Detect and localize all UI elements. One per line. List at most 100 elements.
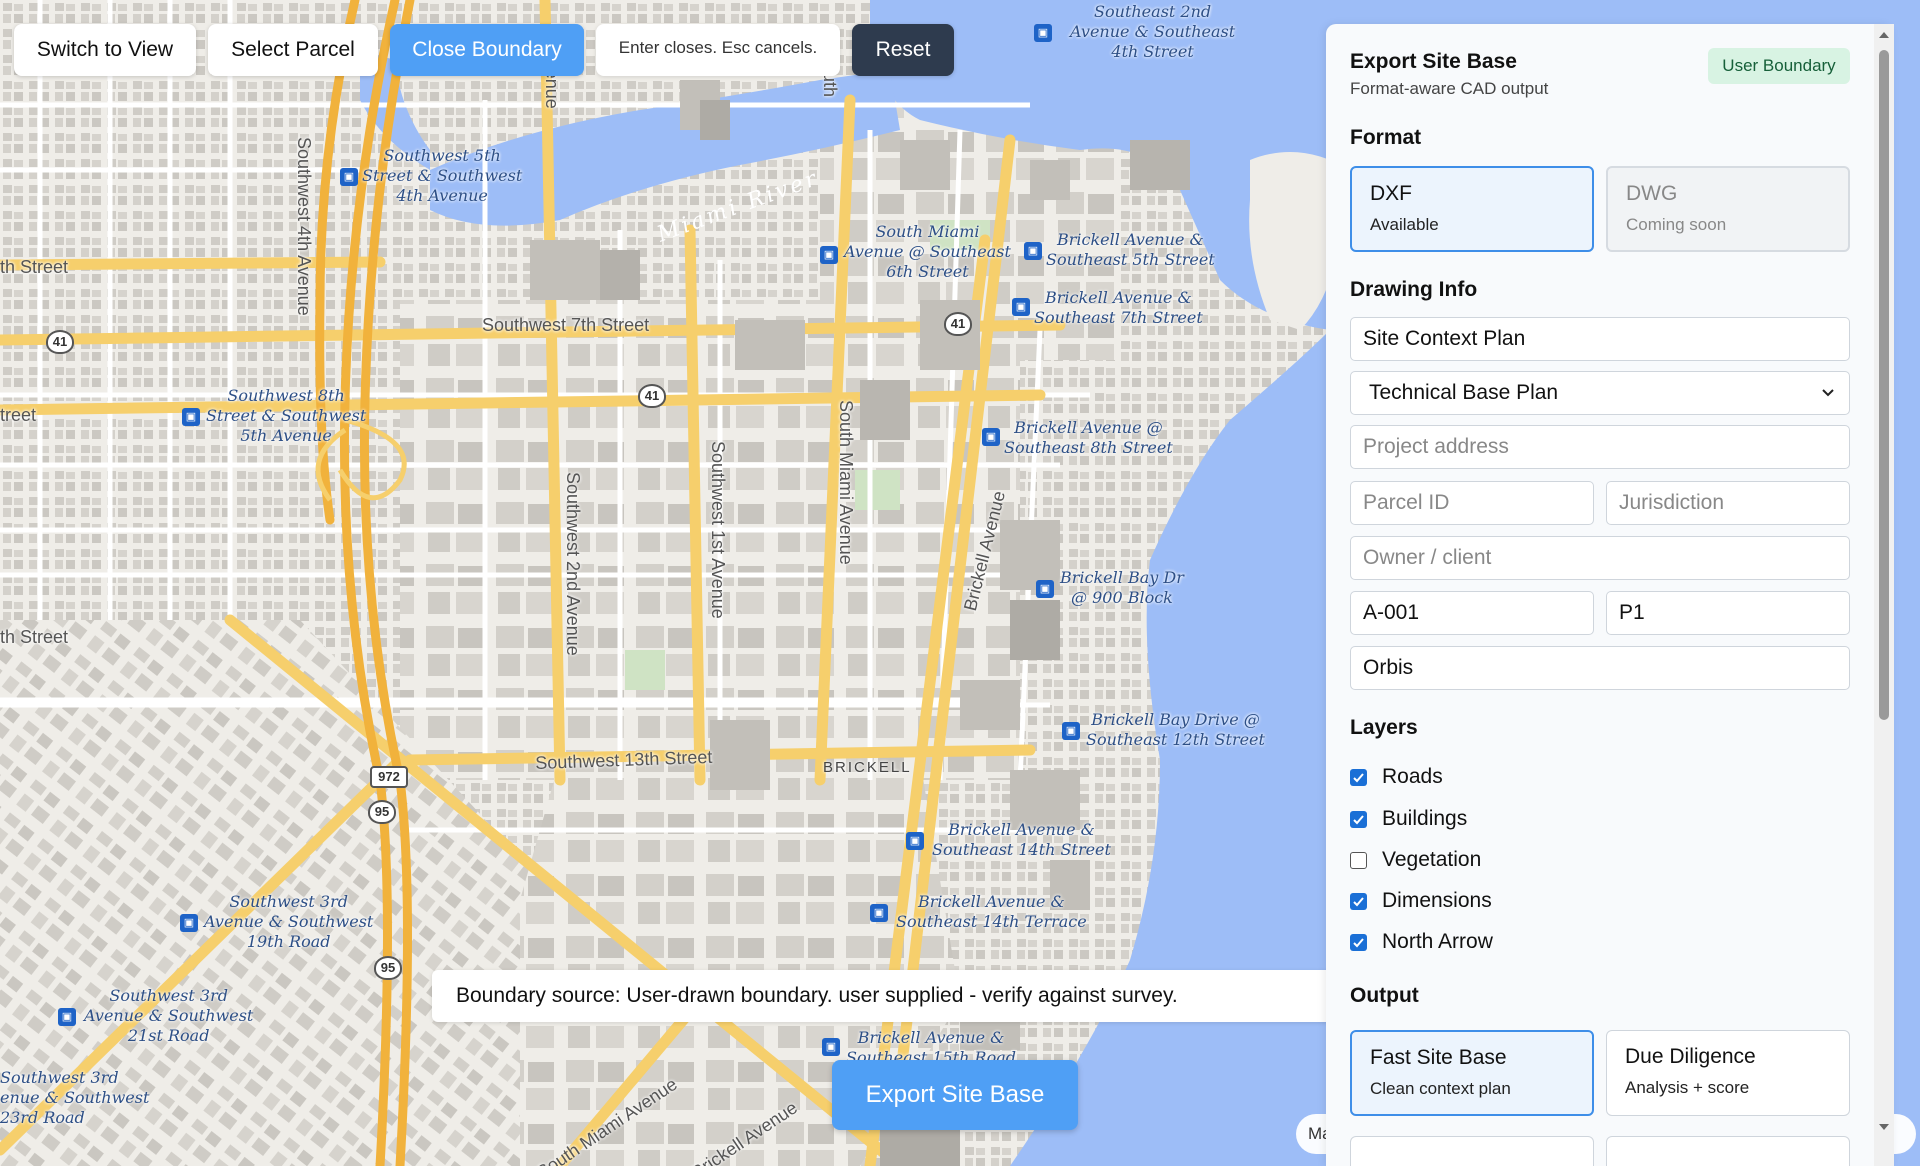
- status-badge: User Boundary: [1708, 48, 1850, 84]
- bus-stop-icon[interactable]: ▣: [982, 428, 1000, 446]
- close-boundary-button[interactable]: Close Boundary: [390, 24, 584, 76]
- layer-label: Dimensions: [1382, 889, 1492, 912]
- street-label-edge-a: th Street: [0, 257, 69, 277]
- stop-label: Southeast 2nd Avenue & Southeast 4th Str…: [1070, 2, 1236, 61]
- bus-stop-icon[interactable]: ▣: [1034, 24, 1052, 42]
- stop-label: Southwest 5th Street & Southwest 4th Ave…: [362, 146, 523, 205]
- layer-roads-checkbox[interactable]: Roads: [1350, 762, 1443, 792]
- reset-button[interactable]: Reset: [852, 24, 954, 76]
- layer-buildings-checkbox[interactable]: Buildings: [1350, 804, 1467, 834]
- parcel-id-field[interactable]: Parcel ID: [1350, 481, 1594, 525]
- layer-label: Buildings: [1382, 807, 1468, 830]
- output-option-due-diligence[interactable]: Due Diligence Analysis + score: [1606, 1030, 1850, 1116]
- street-label-edge-b: treet: [0, 405, 37, 425]
- route-shield-icon: 972: [370, 766, 408, 788]
- panel-scrollbar-thumb[interactable]: [1879, 50, 1889, 720]
- stop-label: Brickell Bay Dr @ 900 Block: [1060, 568, 1184, 607]
- neighborhood-label: BRICKELL: [823, 759, 912, 776]
- sheet-number-field[interactable]: A-001: [1350, 591, 1594, 635]
- revision-field[interactable]: P1: [1606, 591, 1850, 635]
- boundary-source-status: Boundary source: User-drawn boundary. us…: [432, 970, 1332, 1022]
- additional-option-card[interactable]: [1606, 1136, 1850, 1166]
- bus-stop-icon[interactable]: ▣: [1024, 242, 1042, 260]
- street-label-sw4ave: Southwest 4th Avenue: [294, 137, 314, 316]
- export-site-base-button[interactable]: Export Site Base: [832, 1060, 1078, 1130]
- export-panel: Export Site Base Format-aware CAD output…: [1326, 24, 1894, 1166]
- stop-label: Brickell Avenue & Southeast 14th Terrace: [896, 892, 1087, 931]
- bus-stop-icon[interactable]: ▣: [870, 904, 888, 922]
- plan-type-value: Technical Base Plan: [1369, 381, 1559, 404]
- bus-stop-icon[interactable]: ▣: [906, 832, 924, 850]
- street-label-edge-c: th Street: [0, 627, 69, 647]
- street-label-sw2ave: Southwest 2nd Avenue: [563, 472, 583, 656]
- scroll-down-icon[interactable]: [1877, 1120, 1891, 1134]
- bus-stop-icon[interactable]: ▣: [180, 914, 198, 932]
- format-status: Available: [1370, 215, 1439, 234]
- panel-title: Export Site Base: [1350, 50, 1517, 73]
- checkbox-unchecked-icon: [1350, 851, 1367, 869]
- output-option-fast-site-base[interactable]: Fast Site Base Clean context plan: [1350, 1030, 1594, 1116]
- switch-to-view-button[interactable]: Switch to View: [14, 24, 196, 76]
- stop-label: South Miami Avenue @ Southeast 6th Stree…: [844, 222, 1011, 281]
- output-desc: Analysis + score: [1625, 1078, 1750, 1097]
- bus-stop-icon[interactable]: ▣: [1036, 580, 1054, 598]
- scroll-up-icon[interactable]: [1877, 28, 1891, 42]
- format-option-dwg: DWG Coming soon: [1606, 166, 1850, 252]
- checkbox-checked-icon: [1350, 892, 1367, 910]
- layers-heading: Layers: [1350, 716, 1418, 739]
- checkbox-checked-icon: [1350, 810, 1367, 828]
- jurisdiction-field[interactable]: Jurisdiction: [1606, 481, 1850, 525]
- route-shield-icon: 41: [638, 384, 666, 408]
- bus-stop-icon[interactable]: ▣: [340, 168, 358, 186]
- stop-label: Brickell Avenue & Southeast 14th Street: [932, 820, 1111, 859]
- stop-label: Southwest 3rd enue & Southwest 23rd Road: [0, 1068, 150, 1127]
- drawing-title-field[interactable]: Site Context Plan: [1350, 317, 1850, 361]
- route-shield-icon: 41: [46, 330, 74, 354]
- street-label-sw7: Southwest 7th Street: [482, 315, 650, 335]
- checkbox-checked-icon: [1350, 933, 1367, 951]
- format-name: DWG: [1626, 182, 1678, 205]
- output-heading: Output: [1350, 984, 1419, 1007]
- checkbox-checked-icon: [1350, 768, 1367, 786]
- author-field[interactable]: Orbis: [1350, 646, 1850, 690]
- format-status: Coming soon: [1626, 215, 1727, 234]
- layer-label: Roads: [1382, 765, 1443, 788]
- keyboard-hint: Enter closes. Esc cancels.: [596, 24, 840, 76]
- output-name: Due Diligence: [1625, 1045, 1756, 1068]
- additional-option-card[interactable]: [1350, 1136, 1594, 1166]
- street-label-smiami: South Miami Avenue: [836, 400, 856, 565]
- bus-stop-icon[interactable]: ▣: [1062, 722, 1080, 740]
- layer-label: North Arrow: [1382, 930, 1493, 953]
- output-desc: Clean context plan: [1370, 1079, 1511, 1098]
- street-label-sw1ave: Southwest 1st Avenue: [708, 441, 728, 619]
- route-shield-icon: 41: [944, 312, 972, 336]
- stop-label: Brickell Bay Drive @ Southeast 12th Stre…: [1086, 710, 1265, 749]
- stop-label: Brickell Avenue & Southeast 5th Street: [1046, 230, 1215, 269]
- bus-stop-icon[interactable]: ▣: [58, 1008, 76, 1026]
- project-address-field[interactable]: Project address: [1350, 425, 1850, 469]
- interstate-shield-icon: 95: [368, 800, 396, 824]
- stop-label: Brickell Avenue @ Southeast 8th Street: [1004, 418, 1173, 457]
- select-parcel-button[interactable]: Select Parcel: [208, 24, 378, 76]
- layer-vegetation-checkbox[interactable]: Vegetation: [1350, 845, 1481, 875]
- output-name: Fast Site Base: [1370, 1046, 1507, 1069]
- format-option-dxf[interactable]: DXF Available: [1350, 166, 1594, 252]
- interstate-shield-icon: 95: [374, 956, 402, 980]
- bus-stop-icon[interactable]: ▣: [822, 1038, 840, 1056]
- stop-label: Southwest 3rd Avenue & Southwest 21st Ro…: [84, 986, 254, 1045]
- stop-label: Southwest 3rd Avenue & Southwest 19th Ro…: [204, 892, 374, 951]
- format-name: DXF: [1370, 182, 1412, 205]
- chevron-down-icon: [1822, 389, 1834, 397]
- plan-type-select[interactable]: Technical Base Plan: [1350, 371, 1850, 415]
- bus-stop-icon[interactable]: ▣: [820, 246, 838, 264]
- panel-subtitle: Format-aware CAD output: [1350, 79, 1549, 98]
- stop-label: Southwest 8th Street & Southwest 5th Ave…: [206, 386, 367, 445]
- stop-label: Brickell Avenue & Southeast 7th Street: [1034, 288, 1203, 327]
- drawing-info-heading: Drawing Info: [1350, 278, 1478, 301]
- owner-client-field[interactable]: Owner / client: [1350, 536, 1850, 580]
- layer-dimensions-checkbox[interactable]: Dimensions: [1350, 886, 1492, 916]
- format-heading: Format: [1350, 126, 1422, 149]
- bus-stop-icon[interactable]: ▣: [1012, 298, 1030, 316]
- bus-stop-icon[interactable]: ▣: [182, 408, 200, 426]
- layer-north-arrow-checkbox[interactable]: North Arrow: [1350, 927, 1493, 957]
